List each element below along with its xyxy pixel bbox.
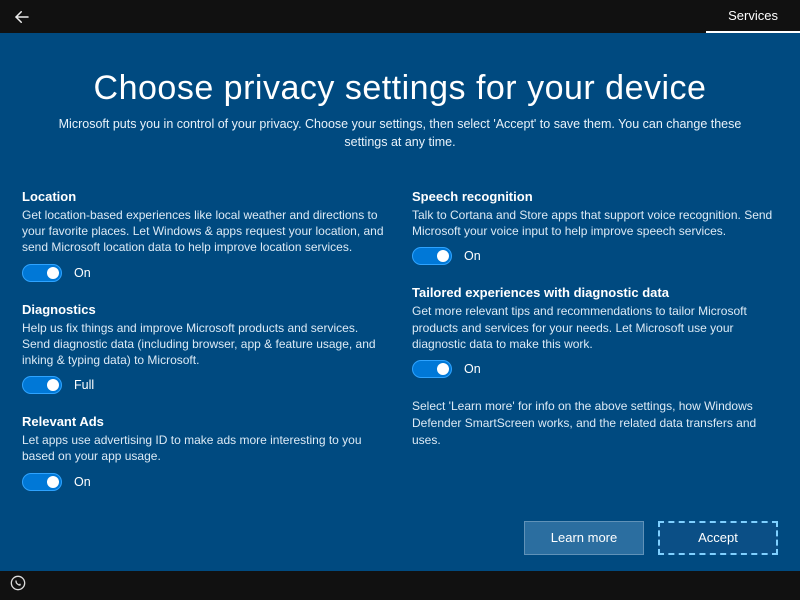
toggle-location[interactable] [22, 264, 62, 282]
footer-buttons: Learn more Accept [22, 511, 778, 571]
setting-diagnostics-desc: Help us fix things and improve Microsoft… [22, 320, 388, 369]
back-button[interactable] [0, 0, 44, 33]
setting-relevant-ads-title: Relevant Ads [22, 414, 388, 429]
toggle-speech-state: On [464, 249, 481, 263]
bottom-bar [0, 571, 800, 600]
page-title: Choose privacy settings for your device [22, 69, 778, 108]
setting-relevant-ads-desc: Let apps use advertising ID to make ads … [22, 432, 388, 464]
settings-grid: Location Get location-based experiences … [22, 189, 778, 511]
setting-tailored: Tailored experiences with diagnostic dat… [412, 285, 778, 378]
setting-diagnostics-title: Diagnostics [22, 302, 388, 317]
settings-col-right: Speech recognition Talk to Cortana and S… [412, 189, 778, 511]
setting-diagnostics: Diagnostics Help us fix things and impro… [22, 302, 388, 395]
toggle-relevant-ads[interactable] [22, 473, 62, 491]
tab-services[interactable]: Services [706, 0, 800, 33]
toggle-diagnostics[interactable] [22, 376, 62, 394]
toggle-location-state: On [74, 266, 91, 280]
toggle-diagnostics-state: Full [74, 378, 94, 392]
setting-relevant-ads: Relevant Ads Let apps use advertising ID… [22, 414, 388, 490]
toggle-relevant-ads-state: On [74, 475, 91, 489]
arrow-left-icon [13, 8, 31, 26]
accept-button[interactable]: Accept [658, 521, 778, 555]
setting-location-desc: Get location-based experiences like loca… [22, 207, 388, 256]
setting-location: Location Get location-based experiences … [22, 189, 388, 282]
learn-more-note: Select 'Learn more' for info on the abov… [412, 398, 778, 448]
learn-more-button[interactable]: Learn more [524, 521, 644, 555]
setting-speech-desc: Talk to Cortana and Store apps that supp… [412, 207, 778, 239]
ease-of-access-icon[interactable] [10, 575, 26, 596]
toggle-tailored-state: On [464, 362, 481, 376]
setting-speech-title: Speech recognition [412, 189, 778, 204]
settings-col-left: Location Get location-based experiences … [22, 189, 388, 511]
content-area: Choose privacy settings for your device … [0, 33, 800, 571]
setting-tailored-desc: Get more relevant tips and recommendatio… [412, 303, 778, 352]
top-bar: Services [0, 0, 800, 33]
toggle-tailored[interactable] [412, 360, 452, 378]
toggle-speech[interactable] [412, 247, 452, 265]
setting-speech: Speech recognition Talk to Cortana and S… [412, 189, 778, 265]
setting-location-title: Location [22, 189, 388, 204]
page-subtitle: Microsoft puts you in control of your pr… [40, 116, 760, 151]
setting-tailored-title: Tailored experiences with diagnostic dat… [412, 285, 778, 300]
